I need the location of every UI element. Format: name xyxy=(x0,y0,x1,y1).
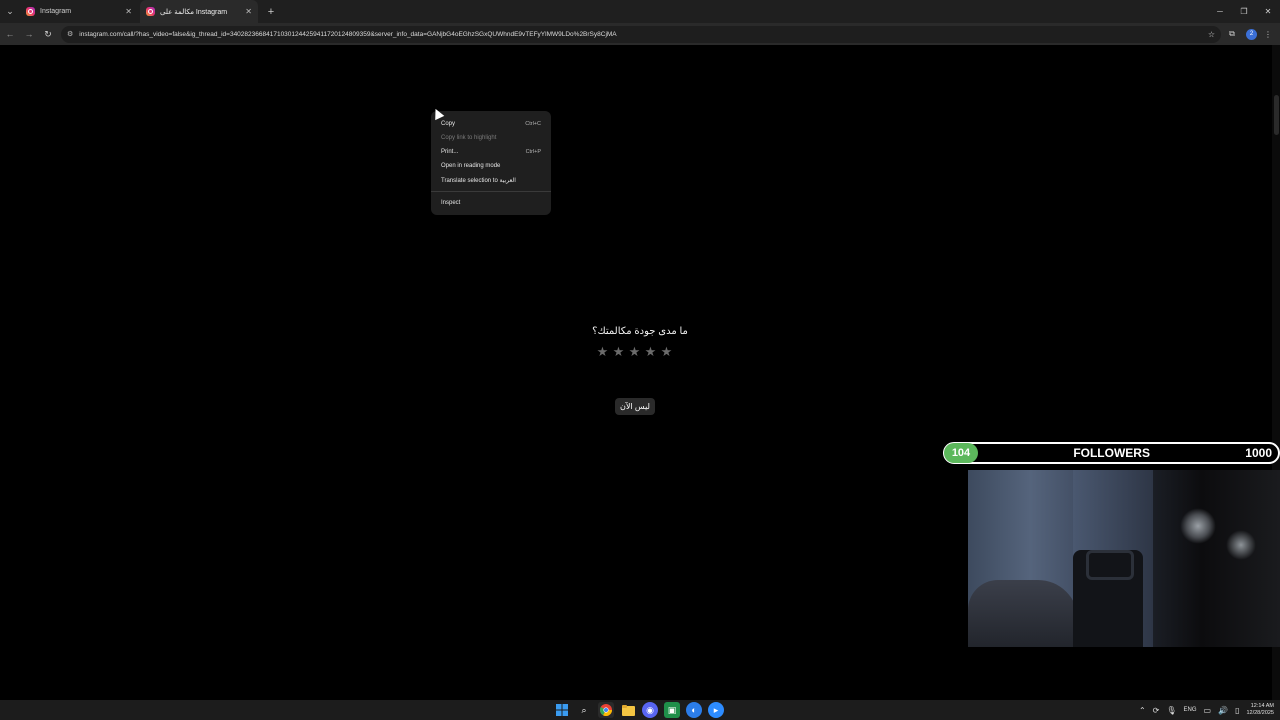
arrow-right-icon: → xyxy=(24,29,34,39)
start-button[interactable] xyxy=(554,702,570,718)
system-tray: ⌃ ⟳ 🎙 ENG ▭ 🔊 ▯ 12:14 AM 12/28/2025 xyxy=(1139,700,1274,720)
discord-icon[interactable]: ◉ xyxy=(642,702,658,718)
followers-goal: 1000 xyxy=(1245,446,1272,460)
profile-avatar[interactable]: 2 xyxy=(1246,28,1257,40)
new-tab-button[interactable]: + xyxy=(264,5,278,19)
menu-separator xyxy=(431,191,551,192)
menu-item-label: Copy link to highlight xyxy=(441,135,497,141)
minimize-icon: ─ xyxy=(1217,7,1223,16)
star-icon[interactable]: ★ xyxy=(628,345,641,358)
restore-button[interactable]: ❐ xyxy=(1232,0,1256,23)
clock[interactable]: 12:14 AM 12/28/2025 xyxy=(1246,703,1274,717)
menu-item-label: Open in reading mode xyxy=(441,163,501,169)
followers-label: FOLLOWERS xyxy=(1073,446,1150,460)
minimize-button[interactable]: ─ xyxy=(1208,0,1232,23)
chrome-icon[interactable] xyxy=(598,702,614,718)
star-icon[interactable]: ★ xyxy=(596,345,609,358)
context-menu: Copy Ctrl+C Copy link to highlight Print… xyxy=(431,111,551,215)
extensions-icon[interactable]: ⧉ xyxy=(1224,26,1240,42)
zoom-icon[interactable]: ▸ xyxy=(708,702,724,718)
windows-icon xyxy=(556,704,568,716)
address-bar[interactable]: ⚙ instagram.com/call/?has_video=false&ig… xyxy=(61,25,1221,43)
volume-icon[interactable]: 🔊 xyxy=(1218,706,1228,715)
close-icon: ✕ xyxy=(1264,7,1272,16)
chevron-up-icon[interactable]: ⌃ xyxy=(1139,706,1146,715)
followers-goal-bar: 104 FOLLOWERS 1000 xyxy=(943,442,1280,464)
webcam-light xyxy=(1180,508,1216,544)
microphone-icon[interactable]: 🎙 xyxy=(1166,706,1176,715)
webcam-feed xyxy=(968,470,1280,647)
scrollbar-thumb[interactable] xyxy=(1274,95,1279,135)
tab-title: مكالمة على Instagram xyxy=(160,8,228,16)
tab-strip: ⌄ Instagram ✕ مكالمة على Instagram ✕ + ─… xyxy=(0,0,1280,23)
back-button[interactable]: ← xyxy=(1,25,19,43)
clock-date: 12/28/2025 xyxy=(1246,710,1274,716)
forward-button[interactable]: → xyxy=(20,25,38,43)
menu-item-print[interactable]: Print... Ctrl+P xyxy=(431,145,551,159)
taskbar-apps: ⌕ ◉ ▣ ◐ ▸ xyxy=(554,702,724,718)
menu-item-label: Copy xyxy=(441,121,456,127)
tab-search-button[interactable]: ⌄ xyxy=(2,4,18,20)
menu-item-label: Print... xyxy=(441,149,459,155)
followers-count: 104 xyxy=(944,443,978,463)
menu-item-label: Translate selection to العربية xyxy=(441,177,516,184)
file-explorer-icon[interactable] xyxy=(620,702,636,718)
menu-item-label: Inspect xyxy=(441,200,461,206)
menu-item-copy[interactable]: Copy Ctrl+C xyxy=(431,117,551,131)
instagram-icon xyxy=(26,7,35,16)
close-icon[interactable]: ✕ xyxy=(125,7,132,16)
chrome-logo-icon xyxy=(600,704,612,716)
taskbar: ⌕ ◉ ▣ ◐ ▸ ⌃ ⟳ 🎙 ENG ▭ 🔊 ▯ 12:14 AM 12/28… xyxy=(0,700,1280,720)
tab-title: Instagram xyxy=(40,8,72,15)
clock-time: 12:14 AM xyxy=(1250,703,1274,709)
menu-kebab-icon[interactable]: ⋮ xyxy=(1260,26,1276,42)
url-text: instagram.com/call/?has_video=false&ig_t… xyxy=(79,30,617,38)
folder-icon xyxy=(621,704,635,716)
call-rating-question: ما مدى جودة مكالمتك؟ xyxy=(592,326,688,337)
app-icon[interactable]: ◐ xyxy=(686,702,702,718)
network-icon[interactable]: ▭ xyxy=(1204,706,1212,715)
menu-item-shortcut: Ctrl+C xyxy=(525,121,541,127)
language-indicator[interactable]: ENG xyxy=(1184,707,1197,713)
menu-item-translate-selection[interactable]: Translate selection to العربية xyxy=(431,173,551,187)
arrow-left-icon: ← xyxy=(5,29,15,39)
webcam-chair-back xyxy=(1086,550,1134,580)
webcam-bed xyxy=(968,580,1078,647)
menu-item-inspect[interactable]: Inspect xyxy=(431,196,551,210)
browser-toolbar: ← → ↻ ⚙ instagram.com/call/?has_video=fa… xyxy=(0,23,1280,45)
sync-icon[interactable]: ⟳ xyxy=(1153,706,1160,715)
chevron-down-icon: ⌄ xyxy=(6,6,14,16)
reload-button[interactable]: ↻ xyxy=(39,25,57,43)
tab-instagram-call[interactable]: مكالمة على Instagram ✕ xyxy=(140,0,258,23)
not-now-button[interactable]: ليس الآن xyxy=(615,398,655,415)
window-controls: ─ ❐ ✕ xyxy=(1208,0,1280,23)
star-icon[interactable]: ★ xyxy=(644,345,657,358)
close-icon[interactable]: ✕ xyxy=(245,7,252,16)
plus-icon: + xyxy=(267,5,275,18)
menu-item-shortcut: Ctrl+P xyxy=(525,149,541,155)
restore-icon: ❐ xyxy=(1240,7,1248,16)
bookmark-star-icon[interactable]: ☆ xyxy=(1208,30,1215,39)
site-info-icon[interactable]: ⚙ xyxy=(67,30,73,38)
instagram-icon xyxy=(146,7,155,16)
webcam-light xyxy=(1226,530,1256,560)
menu-item-copy-link-to-highlight: Copy link to highlight xyxy=(431,131,551,145)
reload-icon: ↻ xyxy=(44,28,52,39)
menu-item-reading-mode[interactable]: Open in reading mode xyxy=(431,159,551,173)
tab-instagram[interactable]: Instagram ✕ xyxy=(20,0,138,23)
search-icon[interactable]: ⌕ xyxy=(576,702,592,718)
app-icon[interactable]: ▣ xyxy=(664,702,680,718)
star-rating: ★ ★ ★ ★ ★ xyxy=(596,345,673,358)
star-icon[interactable]: ★ xyxy=(660,345,673,358)
battery-icon[interactable]: ▯ xyxy=(1235,706,1239,715)
star-icon[interactable]: ★ xyxy=(612,345,625,358)
close-window-button[interactable]: ✕ xyxy=(1256,0,1280,23)
